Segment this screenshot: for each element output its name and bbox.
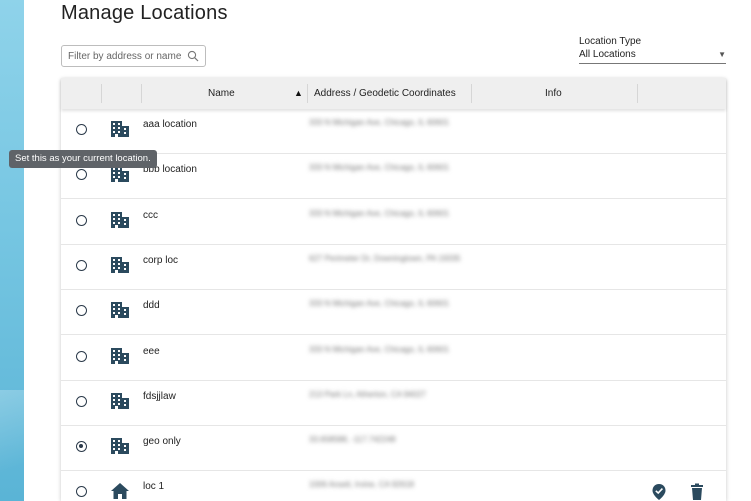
table-row[interactable]: fdsjjlaw 213 Park Ln, Atherton, CA 94027: [61, 381, 726, 426]
column-header-info[interactable]: Info: [545, 78, 562, 109]
building-icon: [110, 392, 130, 410]
building-icon: [110, 256, 130, 274]
building-icon: [110, 211, 130, 229]
location-name: corp loc: [143, 254, 179, 266]
location-name: eee: [143, 345, 160, 357]
set-current-location-radio[interactable]: [76, 259, 87, 271]
location-address: 213 Park Ln, Atherton, CA 94027: [309, 389, 426, 399]
location-type-dropdown[interactable]: All Locations ▼: [579, 49, 726, 64]
table-row[interactable]: aaa location 333 N Michigan Ave, Chicago,…: [61, 109, 726, 154]
set-current-location-radio[interactable]: [76, 486, 87, 498]
location-type-value: All Locations: [579, 49, 636, 60]
set-current-location-radio[interactable]: [76, 305, 87, 317]
set-current-location-radio[interactable]: [76, 441, 87, 453]
location-address: 333 N Michigan Ave, Chicago, IL 60601: [309, 208, 450, 218]
location-name: fdsjjlaw: [143, 390, 176, 402]
building-icon: [110, 301, 130, 319]
column-header-name[interactable]: Name: [208, 78, 235, 109]
location-address: 333 N Michigan Ave, Chicago, IL 60601: [309, 299, 450, 309]
table-row[interactable]: bbb location 333 N Michigan Ave, Chicago,…: [61, 154, 726, 200]
filter-input[interactable]: [68, 50, 187, 62]
page-title: Manage Locations: [61, 2, 228, 24]
location-name: loc 1: [143, 481, 165, 493]
table-row[interactable]: loc 1 1006 Anseli, Irvine, CA 92618: [61, 471, 726, 501]
building-icon: [110, 120, 130, 138]
column-divider: [307, 84, 308, 103]
table-row[interactable]: corp loc 627 Perimeter Dr, Downingtown, P…: [61, 245, 726, 290]
table-row[interactable]: ccc 333 N Michigan Ave, Chicago, IL 60601: [61, 200, 726, 245]
verified-location-icon[interactable]: [651, 483, 667, 501]
location-address: 33.658588, -117.742248: [309, 435, 396, 445]
column-header-address[interactable]: Address / Geodetic Coordinates: [314, 78, 456, 109]
location-type-label: Location Type: [579, 36, 642, 47]
table-row[interactable]: eee 333 N Michigan Ave, Chicago, IL 60601: [61, 336, 726, 381]
location-name: ccc: [143, 209, 158, 221]
filter-field[interactable]: [61, 45, 206, 67]
location-address: 333 N Michigan Ave, Chicago, IL 60601: [309, 118, 450, 127]
table-row[interactable]: geo only 33.658588, -117.742248: [61, 426, 726, 472]
side-band: [0, 0, 24, 501]
tooltip: Set this as your current location.: [9, 150, 157, 168]
table-row[interactable]: ddd 333 N Michigan Ave, Chicago, IL 60601: [61, 290, 726, 336]
location-address: 333 N Michigan Ave, Chicago, IL 60601: [309, 344, 450, 354]
chevron-down-icon[interactable]: ▼: [718, 50, 726, 59]
column-divider: [101, 84, 102, 103]
sort-ascending-icon[interactable]: ▲: [294, 88, 303, 98]
column-divider: [471, 84, 472, 103]
location-name: ddd: [143, 300, 160, 312]
building-icon: [110, 437, 130, 455]
set-current-location-radio[interactable]: [76, 350, 87, 362]
location-address: 627 Perimeter Dr, Downingtown, PA 19335: [309, 253, 461, 263]
location-address: 333 N Michigan Ave, Chicago, IL 60601: [309, 163, 450, 173]
location-name: aaa location: [143, 119, 197, 130]
home-icon: [110, 482, 130, 500]
set-current-location-radio[interactable]: [76, 214, 87, 226]
column-divider: [637, 84, 638, 103]
column-divider: [141, 84, 142, 103]
location-address: 1006 Anseli, Irvine, CA 92618: [309, 480, 414, 490]
manage-locations-page: Manage Locations Location Type All Locat…: [0, 0, 751, 501]
set-current-location-radio[interactable]: [76, 169, 87, 181]
building-icon: [110, 347, 130, 365]
set-current-location-radio[interactable]: [76, 395, 87, 407]
set-current-location-radio[interactable]: [76, 124, 87, 135]
delete-icon[interactable]: [689, 483, 705, 501]
search-icon[interactable]: [187, 50, 199, 62]
location-type-select[interactable]: Location Type All Locations ▼: [579, 36, 726, 64]
location-name: geo only: [143, 436, 181, 448]
table-header: Name ▲ Address / Geodetic Coordinates In…: [61, 78, 726, 109]
locations-table: Name ▲ Address / Geodetic Coordinates In…: [61, 78, 726, 501]
